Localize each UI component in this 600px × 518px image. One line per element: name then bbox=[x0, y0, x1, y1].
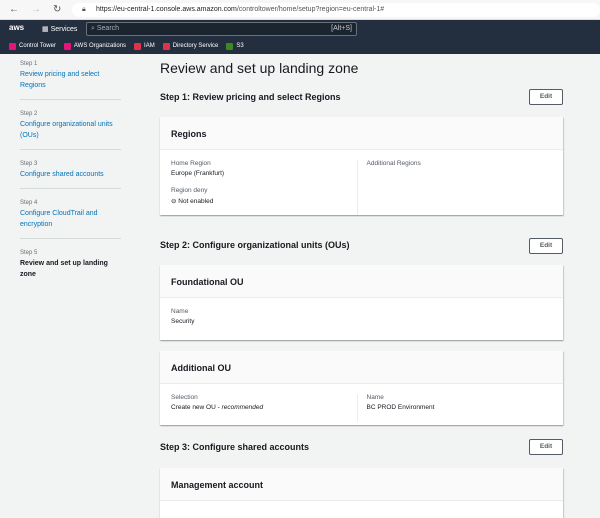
home-region-label: Home Region bbox=[171, 160, 211, 167]
step-number: Step 5 bbox=[20, 250, 38, 256]
lock-icon: 🔒︎ bbox=[82, 6, 86, 13]
fav-label: Directory Service bbox=[172, 43, 219, 49]
s3-icon bbox=[226, 42, 234, 50]
step-number: Step 4 bbox=[20, 200, 38, 206]
browser-toolbar: ← → ↻ 🔒︎ https://eu-central-1.console.aws… bbox=[0, 0, 600, 20]
fav-iam[interactable]: IAM bbox=[134, 42, 155, 50]
card-title: Regions bbox=[160, 117, 563, 150]
selection-label: Selection bbox=[171, 394, 198, 401]
management-account-card: Management account bbox=[160, 468, 563, 518]
back-icon[interactable]: ← bbox=[9, 4, 19, 15]
selection-value: Create new OU - bbox=[171, 404, 222, 411]
fav-directory-service[interactable]: Directory Service bbox=[162, 42, 219, 50]
aws-logo[interactable]: aws bbox=[9, 23, 24, 32]
step-link[interactable]: Configure shared accounts bbox=[20, 169, 121, 180]
home-region-value: Europe (Frankfurt) bbox=[171, 170, 225, 177]
step-3: Step 3 Configure shared accounts bbox=[20, 158, 121, 189]
step-number: Step 3 bbox=[20, 161, 38, 167]
favorites-bar: Control Tower AWS Organizations IAM Dire… bbox=[0, 38, 600, 54]
step-1: Step 1 Review pricing and select Regions bbox=[20, 58, 121, 100]
services-menu[interactable]: ▦ Services bbox=[42, 25, 77, 33]
additional-regions-label: Additional Regions bbox=[366, 160, 421, 167]
control-tower-icon bbox=[9, 42, 16, 50]
step-link[interactable]: Configure organizational units (OUs) bbox=[20, 119, 121, 141]
fav-label: Control Tower bbox=[19, 43, 56, 49]
url-path: /controltower/home/setup?region=eu-centr… bbox=[236, 6, 385, 13]
step-number: Step 2 bbox=[20, 111, 38, 117]
step-link[interactable]: Configure CloudTrail and encryption bbox=[20, 208, 121, 230]
name-value: BC PROD Environment bbox=[366, 404, 435, 411]
card-title: Additional OU bbox=[160, 351, 563, 384]
address-bar[interactable]: 🔒︎ https://eu-central-1.console.aws.amazo… bbox=[72, 3, 600, 17]
iam-icon bbox=[134, 42, 142, 50]
fav-label: S3 bbox=[236, 43, 244, 49]
search-shortcut: [Alt+S] bbox=[331, 25, 352, 32]
wizard-steps: Step 1 Review pricing and select Regions … bbox=[20, 58, 121, 296]
services-label: Services bbox=[50, 26, 78, 33]
step1-heading: Step 1: Review pricing and select Region… bbox=[160, 92, 341, 102]
step-link[interactable]: Review pricing and select Regions bbox=[20, 69, 121, 91]
step3-heading: Step 3: Configure shared accounts bbox=[160, 442, 310, 452]
name-label: Name bbox=[366, 394, 384, 401]
edit-step2-button[interactable]: Edit bbox=[529, 238, 563, 254]
reload-icon[interactable]: ↻ bbox=[53, 4, 61, 15]
step-number: Step 1 bbox=[20, 61, 38, 67]
search-input[interactable]: ⌕ Search [Alt+S] bbox=[86, 22, 357, 36]
region-deny-value: Not enabled bbox=[178, 198, 214, 205]
additional-ou-card: Additional OU Selection Create new OU - … bbox=[160, 351, 563, 425]
recommended-note: recommended bbox=[221, 404, 264, 411]
fav-label: AWS Organizations bbox=[73, 43, 127, 49]
organizations-icon bbox=[63, 42, 71, 50]
forward-icon[interactable]: → bbox=[31, 4, 41, 15]
name-value: Security bbox=[171, 318, 195, 325]
edit-step1-button[interactable]: Edit bbox=[529, 89, 563, 105]
step-current: Review and set up landing zone bbox=[20, 260, 108, 278]
fav-label: IAM bbox=[144, 43, 155, 49]
region-deny-label: Region deny bbox=[171, 187, 208, 194]
name-label: Name bbox=[171, 308, 189, 315]
fav-s3[interactable]: S3 bbox=[226, 42, 244, 50]
card-title: Foundational OU bbox=[160, 265, 563, 298]
card-title: Management account bbox=[160, 468, 563, 501]
fav-organizations[interactable]: AWS Organizations bbox=[63, 42, 127, 50]
foundational-ou-card: Foundational OU Name Security bbox=[160, 265, 563, 340]
fav-control-tower[interactable]: Control Tower bbox=[9, 42, 56, 50]
step-2: Step 2 Configure organizational units (OU… bbox=[20, 108, 121, 150]
aws-top-nav: aws ▦ Services ⌕ Search [Alt+S] bbox=[0, 20, 600, 38]
page-title: Review and set up landing zone bbox=[160, 60, 359, 76]
regions-card: Regions Home Region Europe (Frankfurt) R… bbox=[160, 117, 563, 215]
edit-step3-button[interactable]: Edit bbox=[529, 439, 563, 455]
step-5: Step 5 Review and set up landing zone bbox=[20, 247, 121, 288]
directory-service-icon bbox=[162, 42, 170, 50]
grid-icon: ▦ bbox=[42, 26, 51, 33]
search-placeholder: Search bbox=[96, 25, 120, 32]
step-4: Step 4 Configure CloudTrail and encryptio… bbox=[20, 197, 121, 239]
step2-heading: Step 2: Configure organizational units (… bbox=[160, 240, 350, 250]
url-host: https://eu-central-1.console.aws.amazon.… bbox=[96, 6, 237, 13]
